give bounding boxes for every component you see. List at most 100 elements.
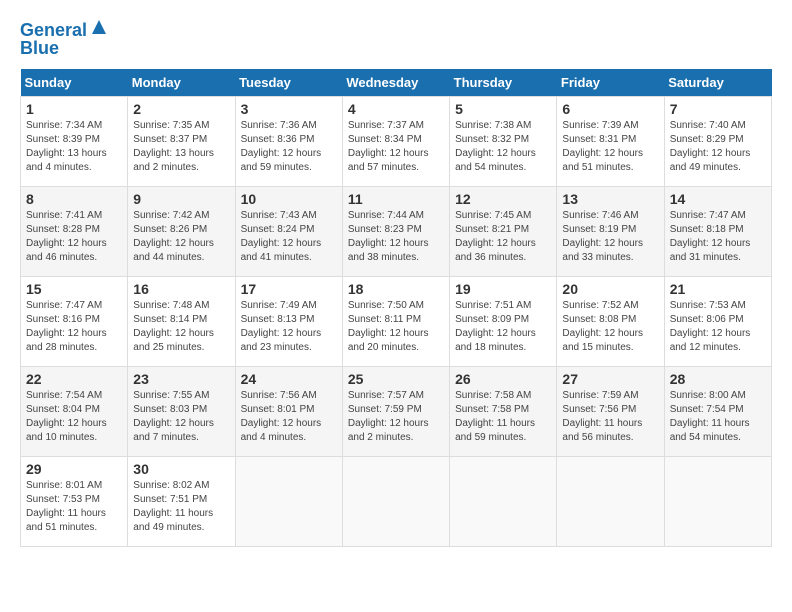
day-info: Sunrise: 7:44 AM Sunset: 8:23 PM Dayligh… (348, 209, 444, 265)
calendar-week-1: 1Sunrise: 7:34 AM Sunset: 8:39 PM Daylig… (21, 96, 772, 186)
weekday-header-friday: Friday (557, 69, 664, 97)
calendar-cell: 29 Sunrise: 8:01 AM Sunset: 7:53 PM Dayli… (21, 456, 128, 546)
calendar-cell: 21Sunrise: 7:53 AM Sunset: 8:06 PM Dayli… (664, 276, 771, 366)
weekday-header-thursday: Thursday (450, 69, 557, 97)
day-number: 22 (26, 371, 122, 387)
day-number: 14 (670, 191, 766, 207)
weekday-header-tuesday: Tuesday (235, 69, 342, 97)
day-number: 15 (26, 281, 122, 297)
calendar-cell: 1Sunrise: 7:34 AM Sunset: 8:39 PM Daylig… (21, 96, 128, 186)
day-info: Sunrise: 7:40 AM Sunset: 8:29 PM Dayligh… (670, 119, 766, 175)
weekday-header-monday: Monday (128, 69, 235, 97)
day-info: Sunrise: 7:56 AM Sunset: 8:01 PM Dayligh… (241, 389, 337, 445)
day-number: 30 (133, 461, 229, 477)
calendar-cell: 12 Sunrise: 7:45 AM Sunset: 8:21 PM Dayli… (450, 186, 557, 276)
weekday-header-wednesday: Wednesday (342, 69, 449, 97)
calendar-cell: 15 Sunrise: 7:47 AM Sunset: 8:16 PM Dayli… (21, 276, 128, 366)
day-info: Sunrise: 7:47 AM Sunset: 8:18 PM Dayligh… (670, 209, 766, 265)
calendar-cell: 24 Sunrise: 7:56 AM Sunset: 8:01 PM Dayli… (235, 366, 342, 456)
calendar-cell (235, 456, 342, 546)
logo-arrow-icon (90, 18, 108, 36)
calendar-cell: 14 Sunrise: 7:47 AM Sunset: 8:18 PM Dayli… (664, 186, 771, 276)
calendar-week-2: 8Sunrise: 7:41 AM Sunset: 8:28 PM Daylig… (21, 186, 772, 276)
day-number: 5 (455, 101, 551, 117)
day-info: Sunrise: 7:47 AM Sunset: 8:16 PM Dayligh… (26, 299, 122, 355)
calendar-body: 1Sunrise: 7:34 AM Sunset: 8:39 PM Daylig… (21, 96, 772, 546)
day-number: 7 (670, 101, 766, 117)
day-info: Sunrise: 7:52 AM Sunset: 8:08 PM Dayligh… (562, 299, 658, 355)
day-info: Sunrise: 8:01 AM Sunset: 7:53 PM Dayligh… (26, 479, 122, 535)
day-number: 4 (348, 101, 444, 117)
calendar-cell: 23 Sunrise: 7:55 AM Sunset: 8:03 PM Dayli… (128, 366, 235, 456)
day-number: 18 (348, 281, 444, 297)
day-number: 29 (26, 461, 122, 477)
calendar-cell: 28 Sunrise: 8:00 AM Sunset: 7:54 PM Dayli… (664, 366, 771, 456)
day-number: 12 (455, 191, 551, 207)
calendar-cell: 9 Sunrise: 7:42 AM Sunset: 8:26 PM Daylig… (128, 186, 235, 276)
day-number: 28 (670, 371, 766, 387)
day-info: Sunrise: 7:34 AM Sunset: 8:39 PM Dayligh… (26, 119, 122, 175)
calendar-cell (557, 456, 664, 546)
day-info: Sunrise: 7:58 AM Sunset: 7:58 PM Dayligh… (455, 389, 551, 445)
day-number: 26 (455, 371, 551, 387)
day-info: Sunrise: 8:00 AM Sunset: 7:54 PM Dayligh… (670, 389, 766, 445)
calendar-table: SundayMondayTuesdayWednesdayThursdayFrid… (20, 69, 772, 547)
calendar-cell: 7 Sunrise: 7:40 AM Sunset: 8:29 PM Daylig… (664, 96, 771, 186)
day-info: Sunrise: 7:51 AM Sunset: 8:09 PM Dayligh… (455, 299, 551, 355)
day-number: 24 (241, 371, 337, 387)
day-number: 21 (670, 281, 766, 297)
day-number: 27 (562, 371, 658, 387)
day-number: 25 (348, 371, 444, 387)
day-number: 20 (562, 281, 658, 297)
calendar-cell: 2 Sunrise: 7:35 AM Sunset: 8:37 PM Daylig… (128, 96, 235, 186)
calendar-cell: 19 Sunrise: 7:51 AM Sunset: 8:09 PM Dayli… (450, 276, 557, 366)
day-info: Sunrise: 7:57 AM Sunset: 7:59 PM Dayligh… (348, 389, 444, 445)
day-info: Sunrise: 8:02 AM Sunset: 7:51 PM Dayligh… (133, 479, 229, 535)
calendar-cell (664, 456, 771, 546)
calendar-cell: 30 Sunrise: 8:02 AM Sunset: 7:51 PM Dayli… (128, 456, 235, 546)
calendar-week-4: 22 Sunrise: 7:54 AM Sunset: 8:04 PM Dayli… (21, 366, 772, 456)
day-number: 13 (562, 191, 658, 207)
day-number: 3 (241, 101, 337, 117)
weekday-header-saturday: Saturday (664, 69, 771, 97)
day-number: 17 (241, 281, 337, 297)
day-info: Sunrise: 7:55 AM Sunset: 8:03 PM Dayligh… (133, 389, 229, 445)
calendar-cell: 25 Sunrise: 7:57 AM Sunset: 7:59 PM Dayli… (342, 366, 449, 456)
day-number: 23 (133, 371, 229, 387)
day-info: Sunrise: 7:39 AM Sunset: 8:31 PM Dayligh… (562, 119, 658, 175)
calendar-cell: 16 Sunrise: 7:48 AM Sunset: 8:14 PM Dayli… (128, 276, 235, 366)
day-number: 2 (133, 101, 229, 117)
day-info: Sunrise: 7:36 AM Sunset: 8:36 PM Dayligh… (241, 119, 337, 175)
day-info: Sunrise: 7:49 AM Sunset: 8:13 PM Dayligh… (241, 299, 337, 355)
calendar-cell: 17 Sunrise: 7:49 AM Sunset: 8:13 PM Dayli… (235, 276, 342, 366)
page-header: General Blue (20, 20, 772, 59)
day-info: Sunrise: 7:50 AM Sunset: 8:11 PM Dayligh… (348, 299, 444, 355)
weekday-header-row: SundayMondayTuesdayWednesdayThursdayFrid… (21, 69, 772, 97)
day-info: Sunrise: 7:43 AM Sunset: 8:24 PM Dayligh… (241, 209, 337, 265)
calendar-cell (342, 456, 449, 546)
calendar-cell: 27 Sunrise: 7:59 AM Sunset: 7:56 PM Dayli… (557, 366, 664, 456)
calendar-cell: 20 Sunrise: 7:52 AM Sunset: 8:08 PM Dayli… (557, 276, 664, 366)
day-info: Sunrise: 7:54 AM Sunset: 8:04 PM Dayligh… (26, 389, 122, 445)
calendar-cell: 22 Sunrise: 7:54 AM Sunset: 8:04 PM Dayli… (21, 366, 128, 456)
calendar-cell: 4 Sunrise: 7:37 AM Sunset: 8:34 PM Daylig… (342, 96, 449, 186)
calendar-week-3: 15 Sunrise: 7:47 AM Sunset: 8:16 PM Dayli… (21, 276, 772, 366)
weekday-header-sunday: Sunday (21, 69, 128, 97)
day-info: Sunrise: 7:35 AM Sunset: 8:37 PM Dayligh… (133, 119, 229, 175)
day-info: Sunrise: 7:48 AM Sunset: 8:14 PM Dayligh… (133, 299, 229, 355)
day-info: Sunrise: 7:59 AM Sunset: 7:56 PM Dayligh… (562, 389, 658, 445)
calendar-cell (450, 456, 557, 546)
calendar-cell: 8Sunrise: 7:41 AM Sunset: 8:28 PM Daylig… (21, 186, 128, 276)
day-info: Sunrise: 7:42 AM Sunset: 8:26 PM Dayligh… (133, 209, 229, 265)
day-number: 9 (133, 191, 229, 207)
day-number: 16 (133, 281, 229, 297)
day-info: Sunrise: 7:45 AM Sunset: 8:21 PM Dayligh… (455, 209, 551, 265)
calendar-cell: 11Sunrise: 7:44 AM Sunset: 8:23 PM Dayli… (342, 186, 449, 276)
day-number: 8 (26, 191, 122, 207)
calendar-cell: 6 Sunrise: 7:39 AM Sunset: 8:31 PM Daylig… (557, 96, 664, 186)
day-number: 19 (455, 281, 551, 297)
day-number: 10 (241, 191, 337, 207)
day-number: 6 (562, 101, 658, 117)
day-info: Sunrise: 7:37 AM Sunset: 8:34 PM Dayligh… (348, 119, 444, 175)
calendar-cell: 13Sunrise: 7:46 AM Sunset: 8:19 PM Dayli… (557, 186, 664, 276)
